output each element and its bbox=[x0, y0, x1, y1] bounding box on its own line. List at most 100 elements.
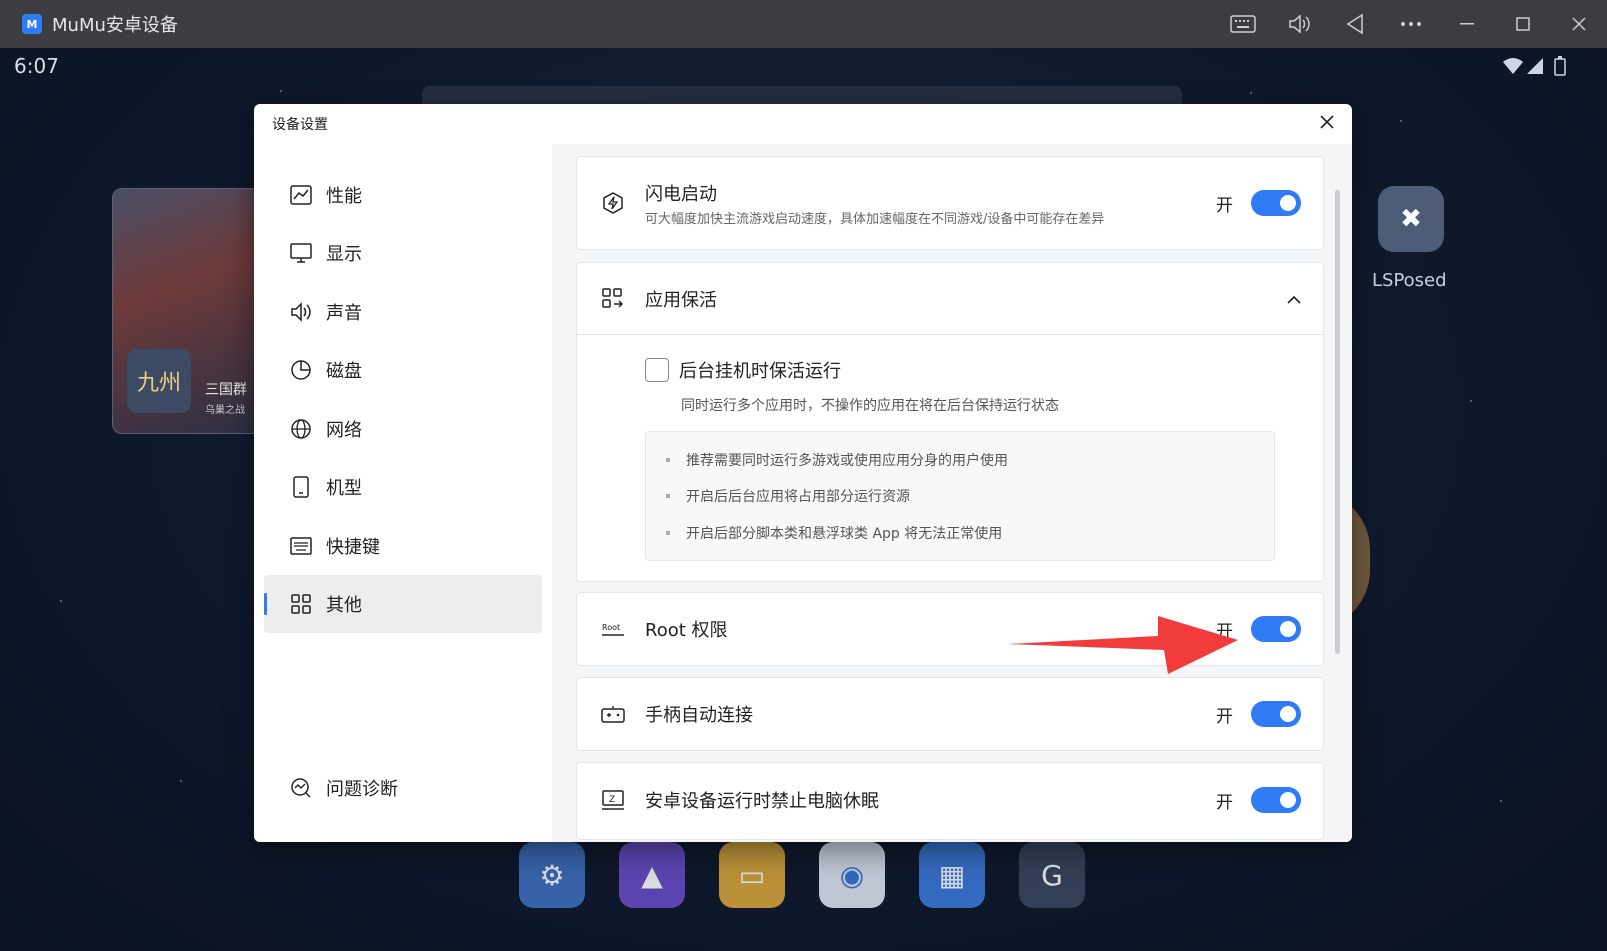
window-titlebar: M MuMu安卓设备 bbox=[0, 0, 1607, 48]
gamepad-toggle[interactable] bbox=[1251, 701, 1301, 727]
tip-item: 开启后后台应用将占用部分运行资源 bbox=[666, 486, 910, 506]
sidebar-item-diagnose[interactable]: 问题诊断 bbox=[264, 759, 542, 817]
sidebar-item-label: 声音 bbox=[326, 303, 362, 324]
diagnose-icon bbox=[290, 777, 312, 799]
sidebar-item-disk[interactable]: 磁盘 bbox=[264, 341, 542, 399]
sidebar-item-label: 问题诊断 bbox=[326, 779, 398, 800]
scrollbar[interactable] bbox=[1335, 190, 1340, 654]
sidebar-item-display[interactable]: 显示 bbox=[264, 224, 542, 282]
lsposed-label: LSPosed bbox=[1372, 270, 1447, 291]
settings-content: 闪电启动 可大幅度加快主流游戏启动速度，具体加速幅度在不同游戏/设备中可能存在差… bbox=[552, 144, 1352, 842]
phone-icon bbox=[290, 476, 312, 498]
annotation-arrow bbox=[1008, 616, 1238, 674]
keep-alive-option-label: 后台挂机时保活运行 bbox=[679, 361, 841, 382]
sidebar-item-sound[interactable]: 声音 bbox=[264, 283, 542, 341]
sidebar-item-label: 性能 bbox=[326, 186, 362, 207]
flash-boot-toggle[interactable] bbox=[1251, 190, 1301, 216]
dialog-close-icon[interactable] bbox=[1320, 110, 1334, 135]
wifi-icon bbox=[1503, 58, 1523, 74]
back-icon[interactable] bbox=[1327, 0, 1383, 48]
sidebar-item-label: 网络 bbox=[326, 420, 362, 441]
keep-alive-option[interactable]: 后台挂机时保活运行 bbox=[645, 357, 841, 383]
keyboard-icon[interactable] bbox=[1215, 0, 1271, 48]
sidebar-item-model[interactable]: 机型 bbox=[264, 458, 542, 516]
star bbox=[180, 780, 182, 782]
settings-icon[interactable]: ⚙ bbox=[519, 842, 585, 908]
no-sleep-toggle[interactable] bbox=[1251, 787, 1301, 813]
gamepad-title: 手柄自动连接 bbox=[645, 705, 753, 726]
gallery-icon[interactable]: ▲ bbox=[619, 842, 685, 908]
flash-boot-desc: 可大幅度加快主流游戏启动速度，具体加速幅度在不同游戏/设备中可能存在差异 bbox=[645, 211, 1105, 227]
game-logo: 九州 bbox=[127, 349, 191, 413]
close-icon[interactable] bbox=[1551, 0, 1607, 48]
sleep-icon: Z bbox=[601, 788, 625, 812]
sidebar-item-label: 快捷键 bbox=[326, 537, 380, 558]
settings-dialog: 设备设置 性能 显示 声音 磁盘 网络 机型 快捷键 其他 问题诊断 闪电启动 … bbox=[254, 104, 1352, 842]
monitor-icon bbox=[290, 242, 312, 264]
svg-text:Z: Z bbox=[609, 795, 615, 805]
lsposed-app-icon[interactable]: ✖ bbox=[1378, 186, 1444, 252]
speaker-icon bbox=[290, 301, 312, 323]
keep-alive-title: 应用保活 bbox=[645, 289, 717, 311]
keep-alive-option-desc: 同时运行多个应用时，不操作的应用在将在后台保持运行状态 bbox=[681, 398, 1059, 414]
tip-item: 推荐需要同时运行多游戏或使用应用分身的用户使用 bbox=[666, 450, 1008, 470]
root-toggle[interactable] bbox=[1251, 616, 1301, 642]
globe-icon bbox=[290, 418, 312, 440]
star bbox=[1500, 800, 1502, 802]
game-card[interactable]: 九州 三国群 乌巢之战 bbox=[112, 188, 262, 434]
app-logo-icon: M bbox=[22, 14, 42, 34]
sidebar-item-network[interactable]: 网络 bbox=[264, 400, 542, 458]
star bbox=[1250, 92, 1252, 94]
star bbox=[60, 600, 62, 602]
performance-icon bbox=[290, 184, 312, 206]
status-icons bbox=[1501, 56, 1571, 80]
sidebar-item-label: 显示 bbox=[326, 244, 362, 265]
tip-item: 开启后部分脚本类和悬浮球类 App 将无法正常使用 bbox=[666, 523, 1002, 543]
root-icon: Root bbox=[601, 617, 625, 641]
svg-text:Root: Root bbox=[602, 623, 620, 632]
chevron-up-icon[interactable] bbox=[1287, 289, 1301, 308]
star bbox=[280, 90, 282, 92]
status-time: 6:07 bbox=[14, 54, 59, 78]
no-sleep-card: Z 安卓设备运行时禁止电脑休眠 开 bbox=[576, 762, 1324, 840]
gamepad-card: 手柄自动连接 开 bbox=[576, 677, 1324, 751]
sidebar-item-label: 其他 bbox=[326, 595, 362, 616]
more-icon[interactable] bbox=[1383, 0, 1439, 48]
game-subtitle: 乌巢之战 bbox=[205, 405, 245, 416]
keyboard-icon bbox=[290, 535, 312, 557]
flash-boot-state: 开 bbox=[1216, 195, 1233, 216]
no-sleep-title: 安卓设备运行时禁止电脑休眠 bbox=[645, 791, 879, 812]
browser-icon[interactable]: ◉ bbox=[819, 842, 885, 908]
disk-icon bbox=[290, 359, 312, 381]
star bbox=[1470, 400, 1472, 402]
apps-icon[interactable]: ▦ bbox=[919, 842, 985, 908]
flash-boot-title: 闪电启动 bbox=[645, 183, 717, 205]
settings-sidebar: 性能 显示 声音 磁盘 网络 机型 快捷键 其他 问题诊断 bbox=[254, 144, 552, 842]
keep-alive-card: 应用保活 后台挂机时保活运行 同时运行多个应用时，不操作的应用在将在后台保持运行… bbox=[576, 262, 1324, 582]
root-title: Root 权限 bbox=[645, 620, 728, 641]
signal-icon bbox=[1527, 58, 1543, 74]
flash-boot-card: 闪电启动 可大幅度加快主流游戏启动速度，具体加速幅度在不同游戏/设备中可能存在差… bbox=[576, 156, 1324, 250]
grid-icon bbox=[290, 593, 312, 615]
sidebar-item-performance[interactable]: 性能 bbox=[264, 166, 542, 224]
sidebar-item-label: 机型 bbox=[326, 478, 362, 499]
sidebar-item-label: 磁盘 bbox=[326, 361, 362, 382]
maximize-icon[interactable] bbox=[1495, 0, 1551, 48]
keep-alive-tips: 推荐需要同时运行多游戏或使用应用分身的用户使用 开启后后台应用将占用部分运行资源… bbox=[645, 431, 1275, 561]
app-dock: ⚙ ▲ ▭ ◉ ▦ G bbox=[519, 842, 1085, 908]
lightning-icon bbox=[601, 191, 625, 215]
volume-icon[interactable] bbox=[1271, 0, 1327, 48]
apps-grid-icon bbox=[601, 287, 625, 311]
battery-icon bbox=[1554, 56, 1566, 76]
star bbox=[1400, 120, 1402, 122]
sidebar-item-shortcuts[interactable]: 快捷键 bbox=[264, 517, 542, 575]
minimize-icon[interactable] bbox=[1439, 0, 1495, 48]
sidebar-item-other[interactable]: 其他 bbox=[264, 575, 542, 633]
files-icon[interactable]: ▭ bbox=[719, 842, 785, 908]
gamepad-state: 开 bbox=[1216, 706, 1233, 727]
gamepad-icon bbox=[601, 702, 625, 726]
keep-alive-header[interactable]: 应用保活 bbox=[577, 263, 1323, 335]
dialog-title: 设备设置 bbox=[272, 117, 328, 133]
keep-alive-checkbox[interactable] bbox=[645, 358, 669, 382]
google-icon[interactable]: G bbox=[1019, 842, 1085, 908]
